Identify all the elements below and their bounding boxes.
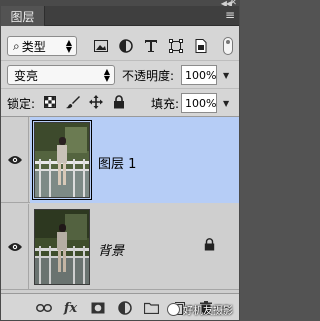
visibility-toggle[interactable] [1,117,29,203]
lock-position-icon[interactable] [89,94,103,110]
fill-input[interactable]: 100% [181,93,217,113]
opacity-dropdown-icon[interactable]: ▼ [223,71,229,80]
pixel-filter-icon[interactable] [93,38,108,53]
panel-menu-icon[interactable]: ≡ [225,8,235,22]
adjustment-filter-icon[interactable] [118,38,133,53]
type-filter-icon[interactable] [143,38,158,53]
layer-name[interactable]: 背景 [98,240,124,259]
layer-lock-icon [204,238,215,254]
fx-effects-icon[interactable]: fx [62,300,79,316]
search-icon: ⌕ [13,38,20,53]
shape-filter-icon[interactable] [168,38,183,53]
fill-label: 填充: [151,97,180,111]
updown-arrows-icon: ▲ ▼ [65,38,72,54]
new-adjustment-layer-icon[interactable] [116,300,133,316]
watermark: 好机友摄影 [167,301,233,317]
layer-row-background[interactable]: 背景 [1,204,239,290]
layers-panel: ◀◀ ✕ 图层 ≡ ⌕ 类型 ▲ ▼ 变亮 ▲ ▼ 不透明度: 100% ▼ 锁… [0,0,240,321]
fill-dropdown-icon[interactable]: ▼ [223,99,229,108]
opacity-input[interactable]: 100% [181,65,217,85]
layer-row-layer1[interactable]: 图层 1 [1,117,239,203]
photo-thumbnail-image [35,210,89,284]
layer-thumbnail[interactable] [32,120,92,200]
lock-label: 锁定: [7,97,36,111]
smart-object-filter-icon[interactable] [193,38,208,53]
visibility-toggle[interactable] [1,204,29,290]
lock-row: 锁定: 填充: 100% ▼ [1,88,239,116]
filter-kind-select[interactable]: ⌕ 类型 ▲ ▼ [7,36,77,56]
fill-value: 100% [185,96,217,110]
add-mask-icon[interactable] [89,300,106,316]
eye-icon [7,243,22,251]
filter-kind-label: 类型 [21,39,46,54]
blend-mode-select[interactable]: 变亮 ▲ ▼ [7,65,115,85]
filter-row: ⌕ 类型 ▲ ▼ [1,28,239,60]
photo-thumbnail-image [35,123,89,197]
watermark-logo-icon [167,302,180,316]
lock-transparent-pixels-icon[interactable] [43,94,57,110]
blend-mode-value: 变亮 [14,68,39,83]
lock-all-icon[interactable] [112,94,126,110]
watermark-text: 好机友摄影 [183,305,233,317]
eye-icon [7,156,22,164]
link-layers-icon[interactable] [35,300,52,316]
filter-toggle-switch[interactable] [223,37,233,55]
layer-thumbnail[interactable] [34,209,90,285]
layer-name[interactable]: 图层 1 [98,153,136,172]
lock-image-pixels-icon[interactable] [66,94,80,110]
panel-tabbar: 图层 ≡ [1,6,239,26]
layer-list: 图层 1 背景 [1,116,239,293]
layer-content: 背景 [30,204,239,290]
opacity-value: 100% [185,68,217,82]
tab-layers[interactable]: 图层 [1,6,45,26]
new-group-folder-icon[interactable] [143,300,160,316]
opacity-label: 不透明度: [122,69,175,83]
updown-arrows-icon: ▲ ▼ [103,67,110,83]
layer-content: 图层 1 [30,117,239,203]
blend-row: 变亮 ▲ ▼ 不透明度: 100% ▼ [1,60,239,88]
